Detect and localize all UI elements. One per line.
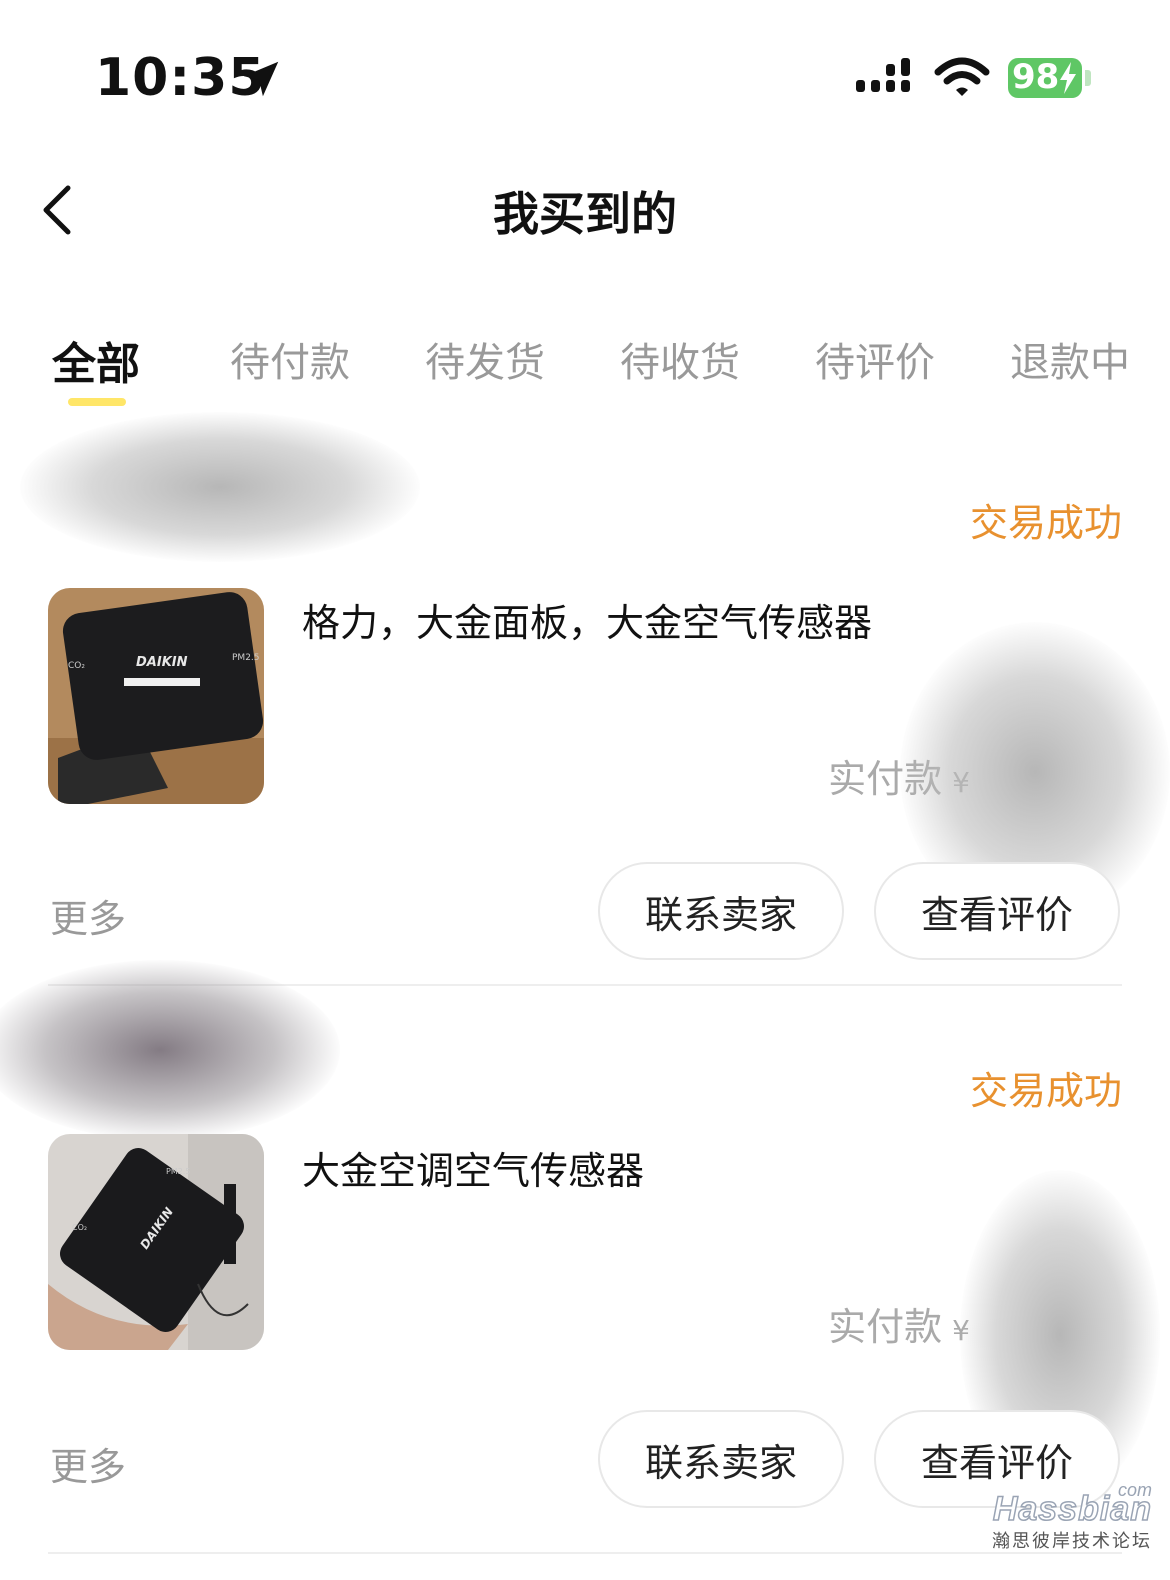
product-thumbnail[interactable]: DAIKIN CO₂ PM2.5 <box>48 1134 264 1350</box>
forum-watermark: com Hassbian 瀚思彼岸技术论坛 <box>992 1480 1152 1553</box>
thumb-right-label: PM2.5 <box>232 653 260 663</box>
redaction-scribble <box>0 960 340 1140</box>
wifi-icon <box>934 57 990 96</box>
more-link[interactable]: 更多 <box>50 1436 126 1491</box>
watermark-subtitle: 瀚思彼岸技术论坛 <box>992 1531 1152 1552</box>
tab-pending-review[interactable]: 待评价 <box>815 330 935 388</box>
charging-bolt-icon <box>1060 62 1076 94</box>
tab-pending-receipt[interactable]: 待收货 <box>620 330 740 388</box>
thumb-left-label: CO₂ <box>72 1223 87 1232</box>
contact-seller-button[interactable]: 联系卖家 <box>598 1410 844 1508</box>
active-tab-indicator <box>68 398 126 406</box>
product-title[interactable]: 大金空调空气传感器 <box>302 1140 644 1195</box>
more-link[interactable]: 更多 <box>50 888 126 943</box>
status-bar: 10:35 98 <box>0 0 1170 150</box>
battery-tip <box>1085 70 1091 86</box>
tab-pending-payment[interactable]: 待付款 <box>230 330 350 388</box>
page-title: 我买到的 <box>493 187 677 241</box>
order-divider <box>48 1552 1122 1554</box>
order-tabs: 全部 待付款 待发货 待收货 待评价 退款中 <box>0 330 1170 410</box>
product-image: DAIKIN CO₂ PM2.5 <box>48 588 264 804</box>
battery-level: 98 <box>1012 57 1060 97</box>
paid-amount: 实付款¥ <box>828 1296 970 1351</box>
watermark-com: com <box>1117 1480 1152 1500</box>
product-thumbnail[interactable]: DAIKIN CO₂ PM2.5 <box>48 588 264 804</box>
redaction-scribble <box>20 412 420 562</box>
view-review-button[interactable]: 查看评价 <box>874 862 1120 960</box>
cellular-signal-icon <box>856 58 910 92</box>
location-arrow-icon <box>243 61 279 97</box>
tab-refunding[interactable]: 退款中 <box>1010 330 1130 388</box>
order-card: 交易成功 DAIKIN CO₂ PM2.5 格力，大金面板，大金空气传感器 实付… <box>0 412 1170 1012</box>
order-status: 交易成功 <box>969 501 1122 545</box>
product-title[interactable]: 格力，大金面板，大金空气传感器 <box>302 592 872 647</box>
product-image: DAIKIN CO₂ PM2.5 <box>48 1134 264 1350</box>
tab-pending-shipment[interactable]: 待发货 <box>425 330 545 388</box>
order-status: 交易成功 <box>969 1069 1122 1113</box>
thumb-brand: DAIKIN <box>136 655 188 670</box>
thumb-left-label: CO₂ <box>68 661 85 671</box>
contact-seller-button[interactable]: 联系卖家 <box>598 862 844 960</box>
tab-all[interactable]: 全部 <box>52 328 140 392</box>
paid-label: 实付款 <box>828 1305 943 1349</box>
thumb-right-label: PM2.5 <box>166 1167 190 1176</box>
